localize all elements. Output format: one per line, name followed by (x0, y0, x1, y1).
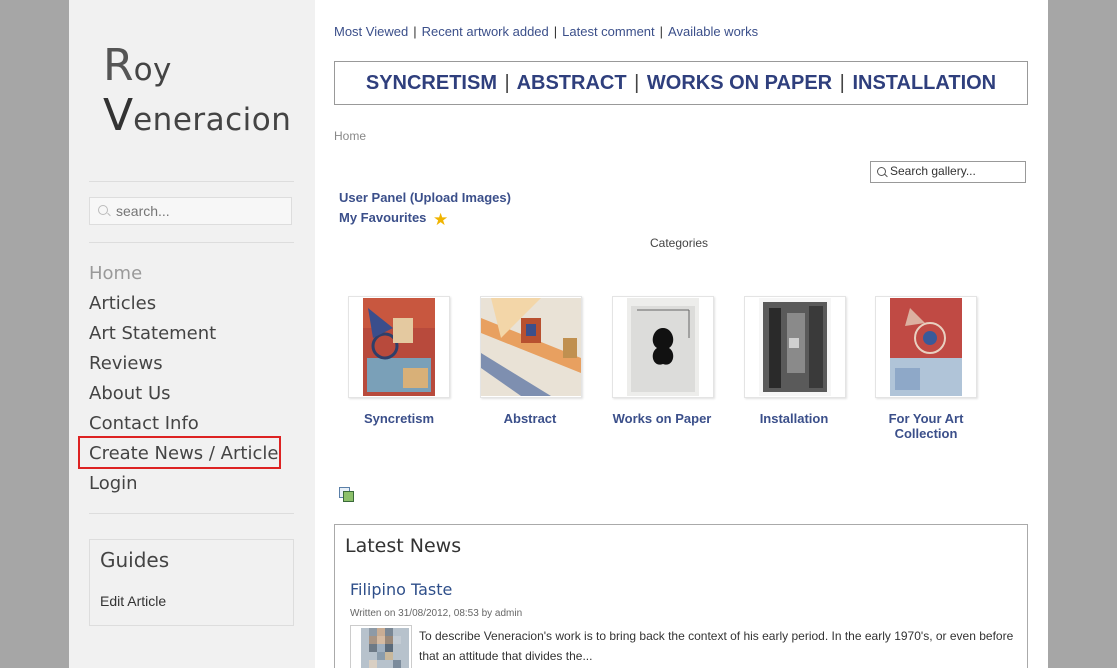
catbar-works-on-paper[interactable]: WORKS ON PAPER (647, 72, 832, 94)
category-label-abstract[interactable]: Abstract (465, 411, 595, 426)
logo-last-name: eneracion (133, 102, 292, 138)
nav-contact-info[interactable]: Contact Info (89, 409, 278, 439)
categories-heading: Categories (650, 236, 709, 250)
article-image (361, 628, 409, 668)
active-pointer (315, 274, 323, 290)
gallery-icon[interactable] (339, 487, 354, 502)
link-latest-comment[interactable]: Latest comment (562, 24, 655, 39)
guides-panel: Guides Edit Article (89, 539, 294, 626)
category-thumb-art-collection[interactable] (875, 296, 977, 398)
category-thumb-installation[interactable] (744, 296, 846, 398)
catbar-abstract[interactable]: ABSTRACT (517, 72, 627, 94)
article-thumbnail[interactable] (350, 625, 412, 668)
guides-title: Guides (100, 548, 170, 572)
artwork-image (890, 298, 962, 396)
category-label-installation[interactable]: Installation (729, 411, 859, 426)
nav-articles[interactable]: Articles (89, 289, 278, 319)
logo-initial-r: R (103, 40, 134, 91)
category-label-works-on-paper[interactable]: Works on Paper (597, 411, 727, 426)
search-icon (98, 205, 108, 215)
nav-about-us[interactable]: About Us (89, 379, 278, 409)
latest-news-heading: Latest News (345, 535, 462, 557)
nav-art-statement[interactable]: Art Statement (89, 319, 278, 349)
article-excerpt: To describe Veneracion's work is to brin… (419, 629, 1014, 663)
nav-login[interactable]: Login (89, 469, 278, 499)
divider (89, 242, 294, 243)
star-icon: ★ (433, 210, 449, 229)
breadcrumb[interactable]: Home (334, 129, 366, 143)
link-most-viewed[interactable]: Most Viewed (334, 24, 408, 39)
category-label-syncretism[interactable]: Syncretism (334, 411, 464, 426)
catbar-installation[interactable]: INSTALLATION (852, 72, 996, 94)
highlight-box (78, 436, 281, 469)
category-bar: SYNCRETISM | ABSTRACT | WORKS ON PAPER |… (334, 61, 1028, 105)
nav-reviews[interactable]: Reviews (89, 349, 278, 379)
category-thumb-works-on-paper[interactable] (612, 296, 714, 398)
category-label-art-collection[interactable]: For Your Art Collection (861, 411, 991, 441)
sidebar: Roy Veneracion Home Articles Art Stateme… (69, 0, 315, 668)
category-thumb-abstract[interactable] (480, 296, 582, 398)
sidebar-search-box[interactable] (89, 197, 292, 225)
sidebar-search-input[interactable] (114, 202, 288, 220)
catbar-syncretism[interactable]: SYNCRETISM (366, 72, 497, 94)
divider (89, 181, 294, 182)
link-recent-artwork[interactable]: Recent artwork added (422, 24, 549, 39)
artwork-image (627, 298, 699, 396)
user-panel-link[interactable]: User Panel (Upload Images) (339, 190, 511, 205)
logo-first-name: oy (133, 52, 172, 88)
gallery-search-input[interactable] (890, 164, 1020, 178)
artwork-image (759, 298, 831, 396)
article-title-link[interactable]: Filipino Taste (350, 580, 452, 599)
my-favourites-link[interactable]: My Favourites (339, 210, 426, 225)
category-thumb-syncretism[interactable] (348, 296, 450, 398)
artwork-image (481, 298, 581, 396)
site-logo[interactable]: Roy Veneracion (103, 42, 291, 142)
search-icon (877, 167, 886, 176)
nav-home[interactable]: Home (89, 259, 278, 289)
page: Roy Veneracion Home Articles Art Stateme… (69, 0, 1048, 668)
logo-initial-v: V (103, 90, 134, 141)
edit-article-link[interactable]: Edit Article (100, 593, 166, 609)
gallery-search-box[interactable] (870, 161, 1026, 183)
link-available-works[interactable]: Available works (668, 24, 758, 39)
latest-news-module: Latest News Filipino Taste Written on 31… (334, 524, 1028, 668)
top-links: Most Viewed | Recent artwork added | Latest … (334, 24, 759, 39)
artwork-image (363, 298, 435, 396)
divider (89, 513, 294, 514)
article-meta: Written on 31/08/2012, 08:53 by admin (350, 608, 523, 619)
